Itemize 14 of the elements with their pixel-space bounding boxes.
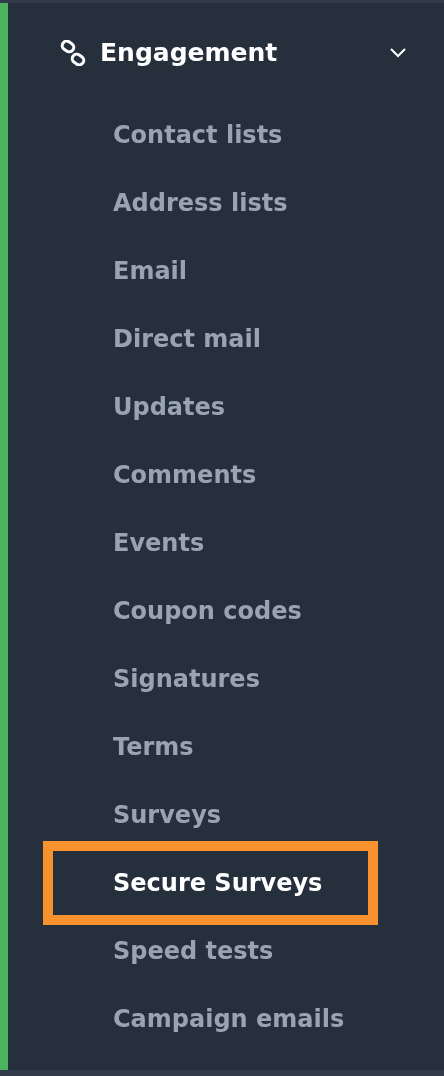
menu-item[interactable]: Events [8, 509, 444, 577]
menu-item[interactable]: Contact lists [8, 101, 444, 169]
menu-item[interactable]: Signatures [8, 645, 444, 713]
section-header[interactable]: Engagement [8, 31, 444, 75]
menu-item[interactable]: Address lists [8, 169, 444, 237]
menu-item[interactable]: Campaign emails [8, 985, 444, 1053]
menu-item[interactable]: Comments [8, 441, 444, 509]
menu-item[interactable]: Terms [8, 713, 444, 781]
menu-item[interactable]: Direct mail [8, 305, 444, 373]
menu-item[interactable]: Coupon codes [8, 577, 444, 645]
menu-item[interactable]: Email [8, 237, 444, 305]
menu-item[interactable]: Updates [8, 373, 444, 441]
menu-item[interactable]: Secure Surveys [43, 841, 378, 925]
link-icon [60, 40, 86, 66]
